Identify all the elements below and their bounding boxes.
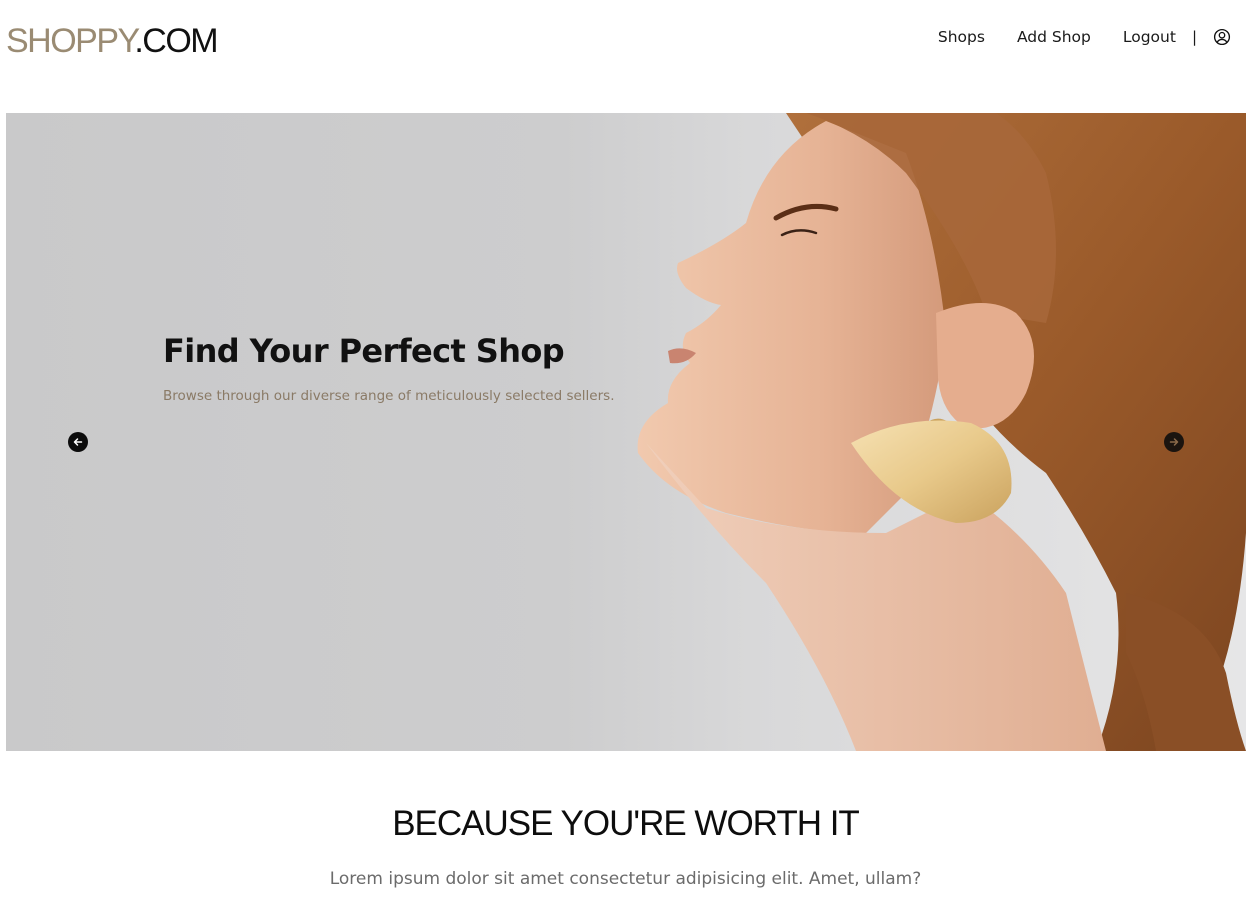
hero-subtitle: Browse through our diverse range of meti…	[163, 388, 615, 404]
carousel-prev-button[interactable]	[68, 432, 88, 452]
section-description: Lorem ipsum dolor sit amet consectetur a…	[329, 869, 922, 889]
logo-brand: SHOPPY	[6, 22, 136, 60]
nav-logout-link[interactable]: Logout	[1123, 28, 1176, 46]
logo-tld: .COM	[134, 22, 218, 60]
arrow-left-icon	[73, 438, 83, 446]
main-nav: Shops Add Shop Logout |	[938, 28, 1231, 46]
arrow-right-icon	[1169, 438, 1179, 446]
nav-separator: |	[1191, 28, 1197, 46]
hero-title: Find Your Perfect Shop	[163, 332, 565, 370]
section-title: BECAUSE YOU'RE WORTH IT	[392, 804, 860, 843]
site-logo[interactable]: SHOPPY.COM	[6, 21, 219, 61]
nav-shops-link[interactable]: Shops	[938, 28, 985, 46]
hero-carousel: Find Your Perfect Shop Browse through ou…	[6, 113, 1246, 751]
user-circle-icon[interactable]	[1213, 28, 1231, 46]
nav-add-shop-link[interactable]: Add Shop	[1017, 28, 1091, 46]
hero-model-image	[637, 113, 1246, 751]
site-header: SHOPPY.COM Shops Add Shop Logout |	[0, 0, 1251, 80]
carousel-next-button[interactable]	[1164, 432, 1184, 452]
